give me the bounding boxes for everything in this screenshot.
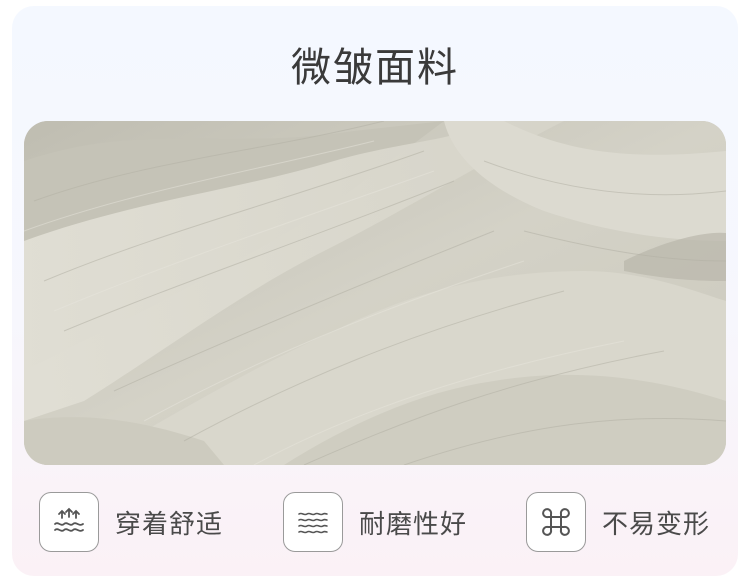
feature-label: 不易变形 — [602, 509, 711, 540]
command-loop-icon — [526, 492, 586, 552]
feature-wear-resistant: 耐磨性好 — [283, 490, 467, 554]
wave-steam-icon — [39, 492, 99, 552]
wavy-lines-icon — [283, 492, 343, 552]
fabric-photo — [24, 121, 726, 465]
feature-row: 穿着舒适 耐磨性好 不易变形 — [12, 490, 738, 554]
feature-label: 穿着舒适 — [115, 509, 224, 540]
feature-comfortable: 穿着舒适 — [39, 490, 223, 554]
feature-shape-retention: 不易变形 — [526, 490, 710, 554]
fabric-card: 微皱面料 穿着舒适 耐磨性好 不易变形 — [12, 6, 738, 576]
feature-label: 耐磨性好 — [359, 509, 468, 540]
page-title: 微皱面料 — [291, 45, 459, 91]
crinkled-fabric-image — [24, 121, 726, 465]
